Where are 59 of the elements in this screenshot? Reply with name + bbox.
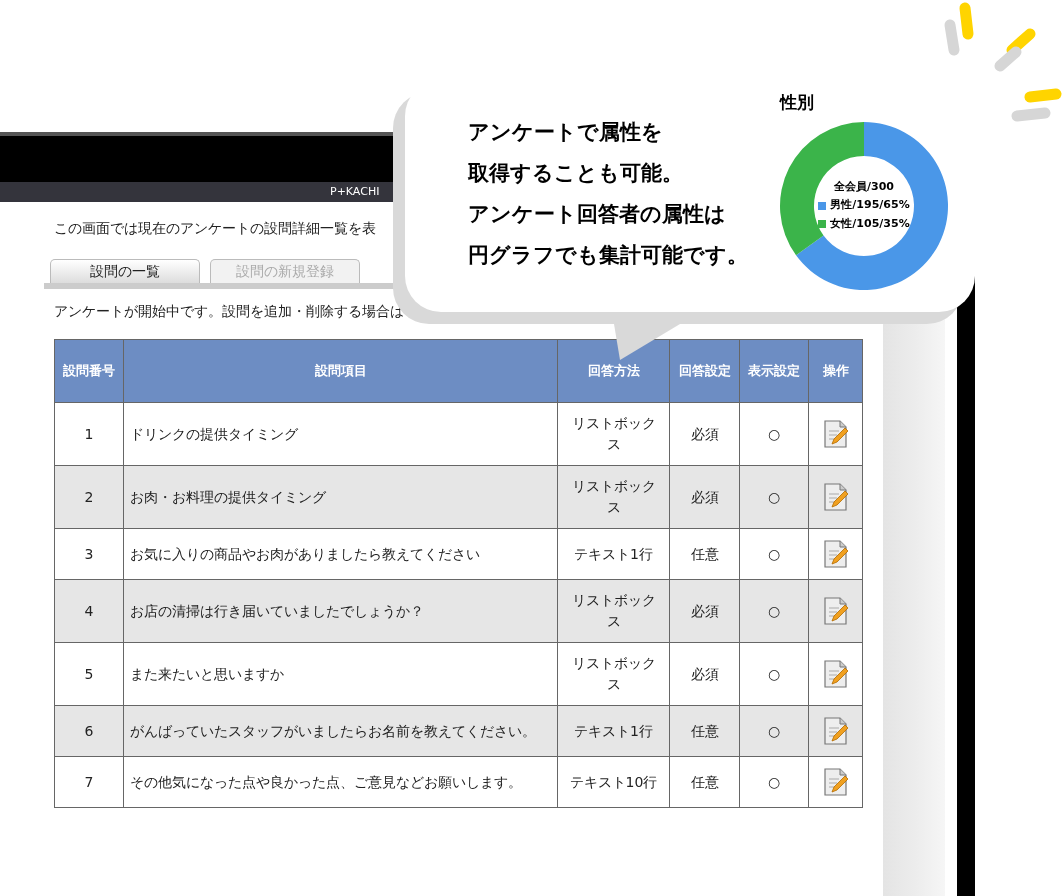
table-cell: ○ [739,579,809,643]
table-cell: 3 [54,528,124,580]
legend-label: 女性/105/35% [830,215,910,232]
table-cell: リストボックス [557,642,670,706]
column-header: 表示設定 [739,339,809,403]
table-cell: ○ [739,705,809,757]
legend-label: 男性/195/65% [830,197,910,214]
table-cell: 必須 [669,579,740,643]
table-cell: お店の清掃は行き届いていましたでしょうか？ [123,579,558,643]
total-label: 全会員/300 [834,178,894,195]
callout-text: 円グラフでも集計可能です。 [468,242,749,269]
table-cell: ○ [739,528,809,580]
edit-icon[interactable] [822,659,849,689]
edit-icon[interactable] [822,482,849,512]
table-cell: リストボックス [557,579,670,643]
edit-icon[interactable] [822,767,849,797]
brand-text: P+KACHI [330,183,380,200]
table-cell: お肉・お料理の提供タイミング [123,465,558,529]
table-cell: 任意 [669,705,740,757]
column-header: 設問番号 [54,339,124,403]
column-header: 回答設定 [669,339,740,403]
table-cell: テキスト10行 [557,756,670,808]
table-cell: 必須 [669,402,740,466]
table-cell: テキスト1行 [557,528,670,580]
table-cell: 必須 [669,465,740,529]
callout-text: アンケートで属性を [468,119,664,146]
table-cell: 任意 [669,528,740,580]
column-header: 操作 [808,339,863,403]
table-cell: 2 [54,465,124,529]
edit-icon[interactable] [822,419,849,449]
edit-icon[interactable] [822,596,849,626]
edit-icon[interactable] [822,539,849,569]
edit-icon[interactable] [822,716,849,746]
tab[interactable]: 設問の一覧 [50,259,200,283]
callout-text: 取得することも可能。 [468,160,684,187]
table-cell: また来たいと思いますか [123,642,558,706]
table-cell: 必須 [669,642,740,706]
table-cell: 1 [54,402,124,466]
callout-text: アンケート回答者の属性は [468,201,727,228]
table-cell: がんばっていたスタッフがいましたらお名前を教えてください。 [123,705,558,757]
table-cell: ○ [739,756,809,808]
table-cell: リストボックス [557,402,670,466]
table-cell: テキスト1行 [557,705,670,757]
intro-text: この画面では現在のアンケートの設問詳細一覧を表 [54,219,376,238]
column-header: 設問項目 [123,339,558,403]
table-cell: お気に入りの商品やお肉がありましたら教えてください [123,528,558,580]
table-cell: 7 [54,756,124,808]
table-cell: 5 [54,642,124,706]
chart-title: 性別 [780,91,815,114]
table-cell: ○ [739,402,809,466]
table-cell: 6 [54,705,124,757]
table-cell: ○ [739,465,809,529]
table-cell: その他気になった点や良かった点、ご意見などお願いします。 [123,756,558,808]
table-cell: リストボックス [557,465,670,529]
table-cell: 4 [54,579,124,643]
table-cell: 任意 [669,756,740,808]
table-cell: ドリンクの提供タイミング [123,402,558,466]
table-cell: ○ [739,642,809,706]
column-header: 回答方法 [557,339,670,403]
